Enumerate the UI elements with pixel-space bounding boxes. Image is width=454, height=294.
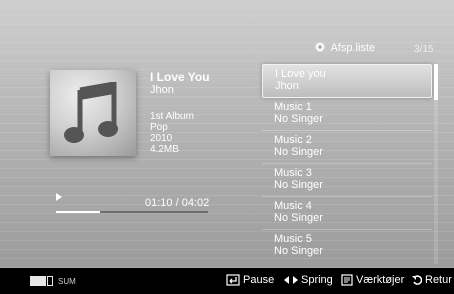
track-title: I Love You bbox=[150, 70, 210, 84]
playback-time: 01:10 / 04:02 bbox=[145, 197, 210, 209]
playlist-item-subtitle: No Singer bbox=[274, 245, 323, 257]
bottom-bar: SUM Pause Spring Værktøjer Retur bbox=[0, 268, 454, 294]
track-artist: Jhon bbox=[150, 84, 174, 96]
skip-button[interactable]: Spring bbox=[284, 274, 333, 286]
playlist-item-selected[interactable]: I Love you Jhon bbox=[262, 64, 432, 98]
enter-icon bbox=[226, 274, 240, 286]
playlist-item-subtitle: No Singer bbox=[274, 146, 323, 158]
playlist-item[interactable]: Music 2 No Singer bbox=[262, 131, 432, 164]
sum-label: SUM bbox=[58, 277, 76, 286]
playlist-item[interactable]: Music 5 No Singer bbox=[262, 230, 432, 262]
track-size: 4.2MB bbox=[150, 144, 179, 155]
playlist-item-title: Music 3 bbox=[274, 167, 312, 179]
progress-fill bbox=[56, 211, 101, 213]
playlist-scrollbar[interactable] bbox=[434, 64, 438, 264]
track-year: 2010 bbox=[150, 133, 173, 144]
playlist-item[interactable]: Music 1 No Singer bbox=[262, 98, 432, 131]
left-right-arrows-icon bbox=[284, 276, 298, 284]
playlist-item[interactable]: Music 3 No Singer bbox=[262, 164, 432, 197]
playlist-item-subtitle: Jhon bbox=[275, 80, 299, 92]
tools-button[interactable]: Værktøjer bbox=[341, 274, 404, 286]
playlist-header: Afsp.liste bbox=[314, 42, 375, 54]
playlist: I Love you Jhon Music 1 No Singer Music … bbox=[262, 64, 432, 262]
pause-button[interactable]: Pause bbox=[226, 274, 274, 286]
sum-device-icon-small bbox=[47, 276, 53, 286]
track-info: I Love You Jhon 1st Album Pop 2010 4.2MB bbox=[150, 70, 210, 155]
playlist-item-subtitle: No Singer bbox=[274, 179, 323, 191]
track-genre: Pop bbox=[150, 122, 168, 133]
playlist-title: Afsp.liste bbox=[330, 42, 376, 54]
sum-device-icon bbox=[30, 276, 46, 286]
tools-label: Værktøjer bbox=[356, 274, 405, 286]
return-button[interactable]: Retur bbox=[412, 274, 452, 286]
track-album: 1st Album bbox=[150, 111, 194, 122]
music-note-icon bbox=[64, 82, 118, 143]
playlist-item-title: Music 1 bbox=[274, 101, 312, 113]
playlist-counter: 3/15 bbox=[414, 44, 434, 55]
play-icon[interactable] bbox=[56, 193, 62, 201]
playlist-item-title: Music 2 bbox=[274, 134, 312, 146]
playlist-item-title: Music 5 bbox=[274, 233, 312, 245]
playlist-item-subtitle: No Singer bbox=[274, 113, 323, 125]
playlist-item-title: I Love you bbox=[275, 68, 326, 80]
playlist-icon bbox=[315, 42, 325, 52]
pause-label: Pause bbox=[243, 274, 275, 286]
album-art bbox=[50, 70, 136, 156]
playlist-item-subtitle: No Singer bbox=[274, 212, 323, 224]
playlist-item-title: Music 4 bbox=[274, 200, 312, 212]
progress-bar[interactable] bbox=[56, 211, 208, 213]
skip-label: Spring bbox=[301, 274, 333, 286]
tools-icon bbox=[341, 274, 353, 286]
scrollbar-thumb[interactable] bbox=[434, 64, 438, 100]
media-player-screen: I Love You Jhon 1st Album Pop 2010 4.2MB… bbox=[0, 0, 454, 268]
playlist-item[interactable]: Music 4 No Singer bbox=[262, 197, 432, 230]
return-label: Retur bbox=[425, 274, 452, 286]
return-icon bbox=[412, 274, 422, 285]
